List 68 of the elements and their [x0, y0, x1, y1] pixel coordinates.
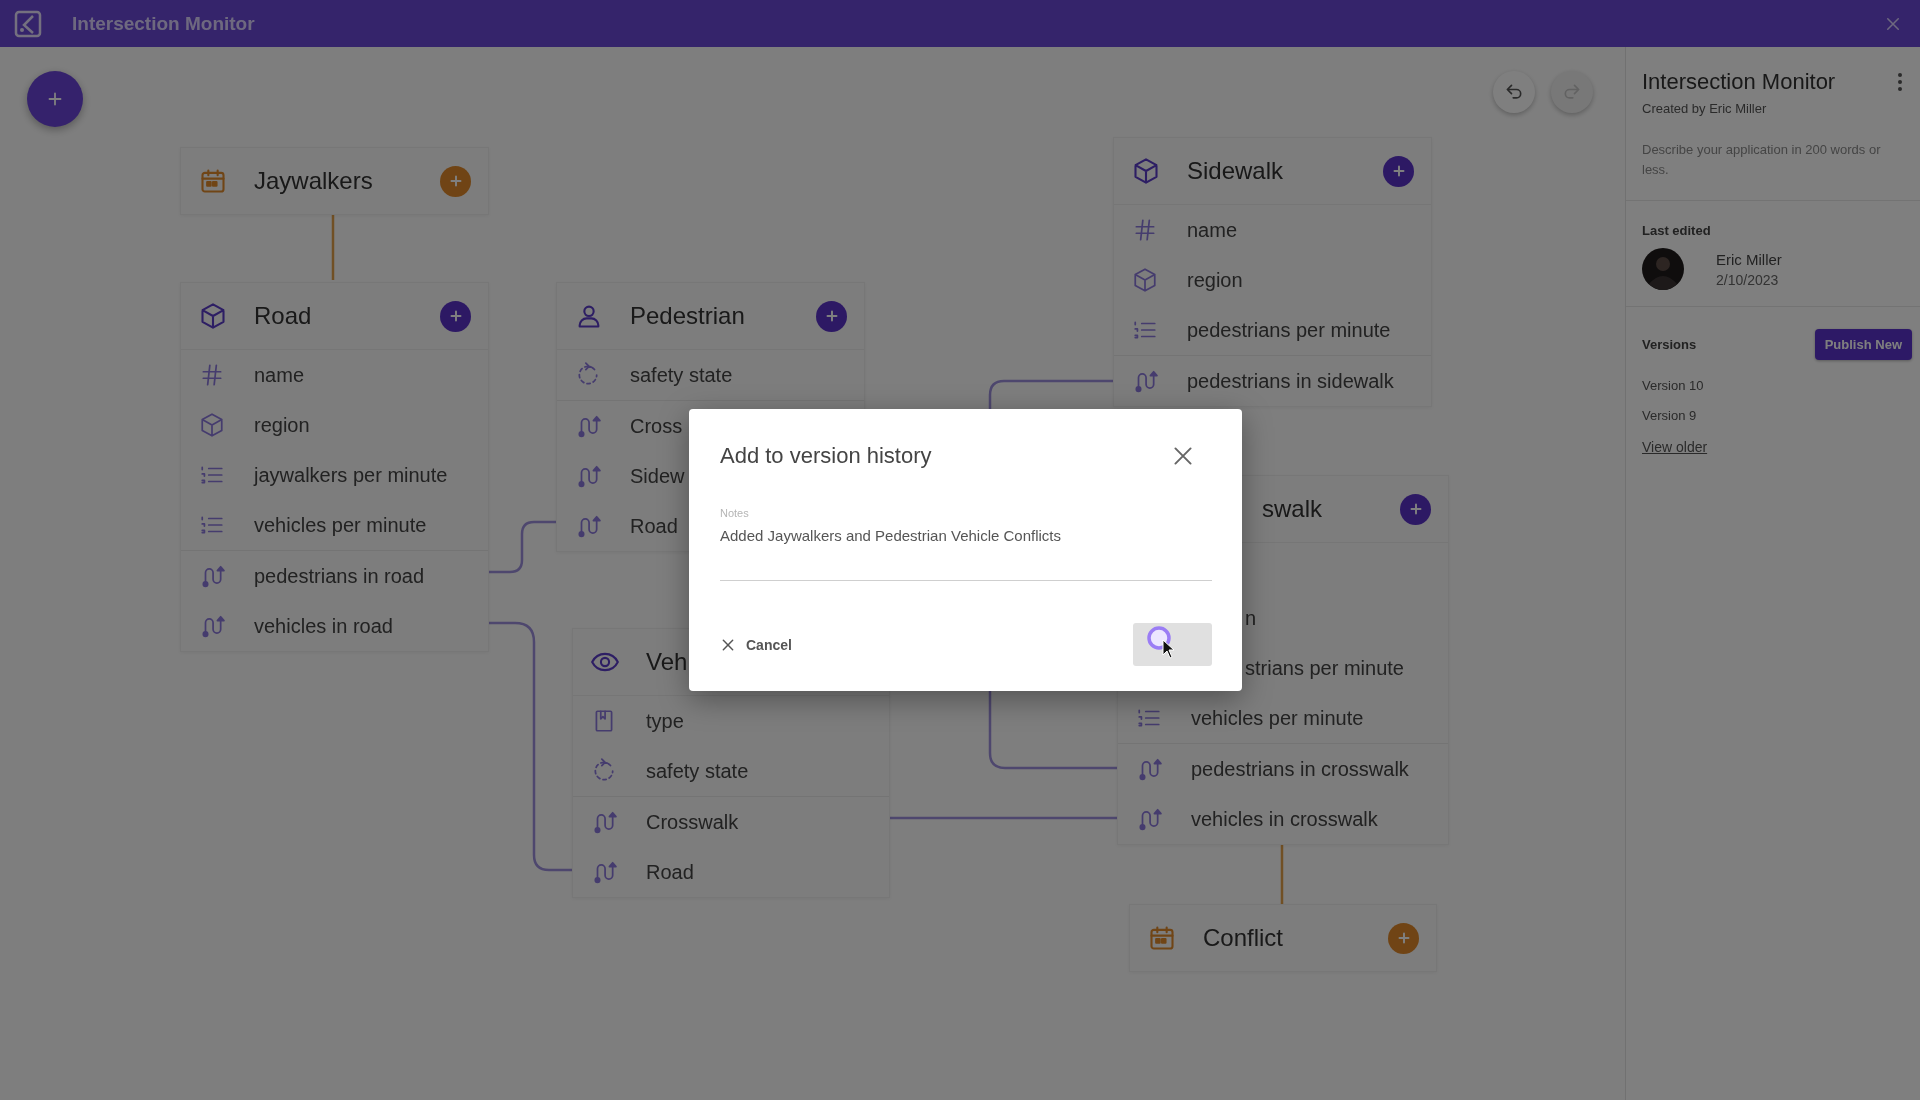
add-field-button[interactable] [1400, 493, 1431, 525]
field-label[interactable]: region [254, 413, 310, 437]
field-label[interactable]: vehicles per minute [1191, 706, 1364, 730]
cube-icon [1132, 267, 1158, 293]
field-label[interactable]: Sidew [630, 464, 685, 488]
entity-title: Sidewalk [1187, 157, 1285, 185]
dialog-title: Add to version history [720, 443, 932, 469]
field-label[interactable]: safety state [630, 363, 733, 387]
submit-button[interactable] [1133, 623, 1212, 666]
field-label[interactable]: region [1187, 268, 1243, 292]
calendar-icon [199, 167, 227, 195]
add-field-button[interactable] [816, 300, 847, 332]
author-text: Created by Eric Miller [1642, 101, 1768, 116]
connector-line [489, 520, 556, 574]
field-label[interactable]: safety state [646, 759, 749, 783]
edit-date: 2/10/2023 [1716, 271, 1780, 288]
field-label[interactable]: pedestrians in road [254, 564, 425, 588]
cancel-button[interactable]: Cancel [720, 632, 792, 657]
entity-title: Jaywalkers [254, 167, 374, 195]
add-field-button[interactable] [1388, 922, 1419, 954]
field-label[interactable]: type [646, 709, 684, 733]
field-label[interactable]: Crosswalk [646, 810, 739, 834]
add-button[interactable] [27, 71, 83, 127]
logo-icon [14, 9, 42, 38]
field-label[interactable]: Road [630, 514, 678, 538]
add-field-button[interactable] [440, 300, 471, 332]
editor-name: Eric Miller [1716, 250, 1782, 268]
more-icon[interactable] [1896, 72, 1904, 92]
field-label[interactable]: name [1187, 218, 1238, 242]
field-label[interactable]: pedestrians in sidewalk [1187, 369, 1394, 393]
cube-icon [199, 302, 227, 330]
version-item[interactable]: Version 10 [1642, 378, 1704, 393]
entity-title: Veh [646, 648, 689, 676]
entity-title: Road [254, 302, 313, 330]
entity-title: Pedestrian [630, 302, 746, 330]
avatar-icon [1642, 248, 1684, 290]
app-title: Intersection Monitor [72, 12, 256, 35]
field-label[interactable]: pedestrians per minute [1187, 318, 1391, 342]
notes-label: Notes [720, 507, 749, 519]
publish-button[interactable]: Publish New [1814, 329, 1912, 360]
add-field-button[interactable] [1383, 155, 1414, 187]
field-label[interactable]: jaywalkers per minute [254, 463, 448, 487]
cube-icon [1132, 157, 1160, 185]
refresh-icon [591, 758, 617, 784]
section-label: Versions [1642, 337, 1697, 352]
spinner-icon [1146, 625, 1172, 651]
app-name: Intersection Monitor [1642, 69, 1836, 95]
field-label[interactable]: name [254, 363, 305, 387]
field-label[interactable]: vehicles in road [254, 614, 393, 638]
section-label: Last edited [1642, 223, 1712, 238]
refresh-icon [575, 362, 601, 388]
field-label[interactable]: pedestrians in crosswalk [1191, 757, 1409, 781]
field-label[interactable]: Cross [630, 414, 683, 438]
entity-title: Conflict [1203, 924, 1285, 952]
undo-icon [1504, 82, 1524, 102]
calendar-icon [1148, 924, 1176, 952]
field-label[interactable]: vehicles per minute [254, 513, 427, 537]
version-item[interactable]: Version 9 [1642, 408, 1697, 423]
field-label[interactable]: Road [646, 860, 694, 884]
connector-line [331, 215, 335, 280]
entity-title: swalk [1261, 495, 1323, 523]
cursor-icon [1162, 639, 1176, 659]
view-older-link[interactable]: View older [1642, 439, 1708, 455]
cube-icon [199, 412, 225, 438]
notes-field[interactable]: Added Jaywalkers and Pedestrian Vehicle Conflicts [720, 527, 1212, 581]
add-field-button[interactable] [440, 165, 471, 197]
field-label[interactable]: vehicles in crosswalk [1191, 807, 1378, 831]
undo-button[interactable] [1493, 71, 1535, 113]
